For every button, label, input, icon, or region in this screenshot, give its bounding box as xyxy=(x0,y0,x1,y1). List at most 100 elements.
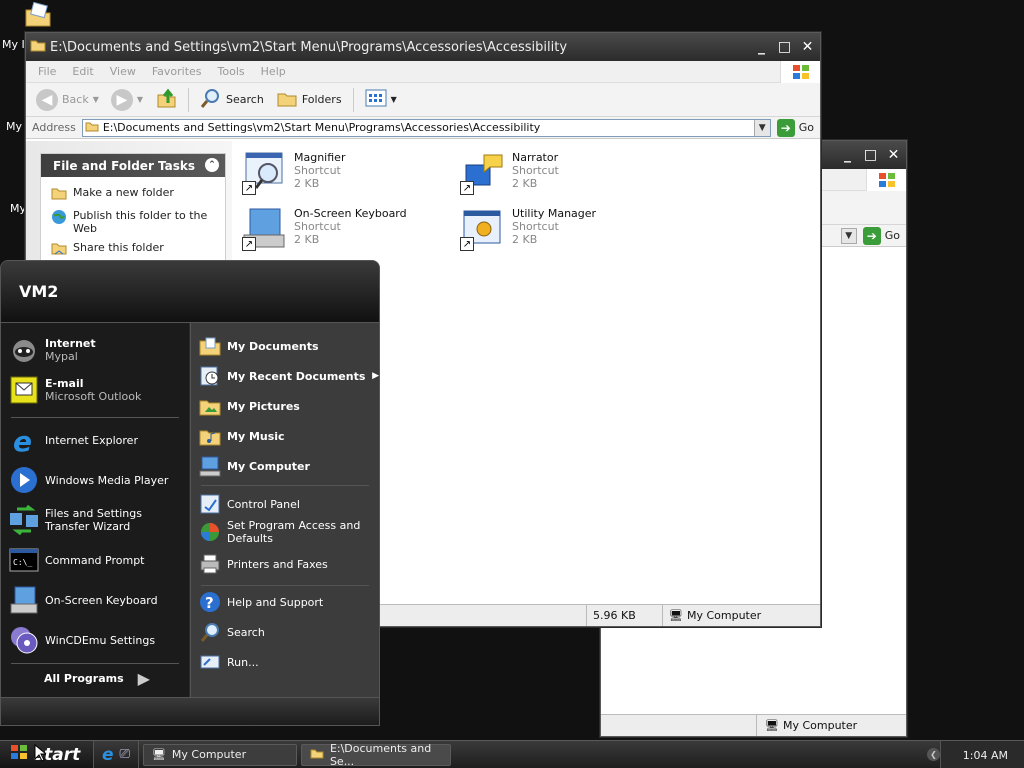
outlook-icon xyxy=(9,375,39,405)
maximize-button[interactable]: □ xyxy=(774,37,795,58)
internet-explorer-quicklaunch-icon[interactable]: e xyxy=(102,745,114,765)
mouse-cursor-icon xyxy=(34,743,48,765)
file-name: Magnifier xyxy=(294,151,346,164)
help-icon: ? xyxy=(199,591,221,613)
run-icon xyxy=(199,651,221,673)
system-tray: ❮ 1:04 AM xyxy=(927,741,1024,768)
status-location: 🖥 My Computer xyxy=(662,605,820,626)
tray-expand-icon[interactable]: ❮ xyxy=(927,748,940,761)
file-name: On-Screen Keyboard xyxy=(294,207,407,220)
address-dropdown[interactable]: ▼ xyxy=(840,227,857,244)
task-share-folder[interactable]: Share this folder xyxy=(41,238,225,261)
my-documents-icon xyxy=(199,335,221,357)
file-type: Shortcut xyxy=(294,220,341,233)
menu-help[interactable]: Help xyxy=(253,65,294,78)
my-music[interactable]: My Music xyxy=(199,425,379,447)
control-panel[interactable]: Control Panel xyxy=(199,493,379,515)
address-dropdown[interactable]: ▼ xyxy=(753,119,770,136)
folder-icon xyxy=(30,38,46,56)
minimize-button[interactable]: _ xyxy=(837,145,858,166)
go-arrow-icon: ➔ xyxy=(776,118,795,137)
arrow-right-icon: ▶ xyxy=(137,669,150,688)
menu-bar: File Edit View Favorites Tools Help xyxy=(26,61,820,83)
recent-files-settings-transfer[interactable]: Files and Settings Transfer Wizard xyxy=(9,505,185,535)
quick-launch: e ⎚ xyxy=(94,740,139,768)
close-button[interactable]: ✕ xyxy=(883,145,904,166)
go-arrow-icon: ➔ xyxy=(862,226,881,245)
mypal-icon xyxy=(9,335,39,365)
file-item-narrator[interactable]: ↗ Narrator Shortcut 2 KB xyxy=(460,151,559,195)
desktop-folder-icon[interactable] xyxy=(24,1,52,28)
my-recent-documents[interactable]: My Recent Documents ▶ xyxy=(199,365,379,387)
printers-and-faxes[interactable]: Printers and Faxes xyxy=(199,553,379,575)
address-bar: Address E:\Documents and Settings\vm2\St… xyxy=(26,117,820,139)
file-item-on-screen-keyboard[interactable]: ↗ On-Screen Keyboard Shortcut 2 KB xyxy=(242,207,407,251)
recent-wincdemu-settings[interactable]: WinCDEmu Settings xyxy=(9,625,185,655)
task-pane-title: File and Folder Tasks xyxy=(53,158,196,173)
search[interactable]: Search xyxy=(199,621,379,643)
menu-view[interactable]: View xyxy=(102,65,144,78)
task-publish-web[interactable]: Publish this folder to the Web xyxy=(41,206,225,238)
internet-explorer-icon: e xyxy=(9,425,39,455)
maximize-button[interactable]: □ xyxy=(860,145,881,166)
my-pictures[interactable]: My Pictures xyxy=(199,395,379,417)
folders-button[interactable]: Folders xyxy=(272,86,346,113)
computer-icon: 🖥 xyxy=(669,609,683,622)
file-name: Narrator xyxy=(512,151,559,164)
address-input[interactable]: E:\Documents and Settings\vm2\Start Menu… xyxy=(81,118,771,137)
start-button[interactable]: start xyxy=(0,740,94,768)
menu-edit[interactable]: Edit xyxy=(64,65,101,78)
help-and-support[interactable]: ? Help and Support xyxy=(199,591,379,613)
taskbar: start e ⎚ 🖥 My Computer E:\Documents and … xyxy=(0,740,1024,768)
forward-arrow-icon: ▶ xyxy=(110,88,133,111)
submenu-arrow-icon: ▶ xyxy=(372,371,379,381)
recent-internet-explorer[interactable]: e Internet Explorer xyxy=(9,425,185,455)
share-folder-icon xyxy=(51,241,67,258)
windows-logo-icon xyxy=(10,744,28,765)
pinned-email[interactable]: E-mail Microsoft Outlook xyxy=(9,375,185,405)
search-button[interactable]: Search xyxy=(196,85,268,114)
my-computer-icon xyxy=(199,455,221,477)
recent-on-screen-keyboard[interactable]: On-Screen Keyboard xyxy=(9,585,185,615)
clock[interactable]: 1:04 AM xyxy=(963,749,1008,762)
back-button[interactable]: ◀ Back ▼ xyxy=(32,87,103,113)
up-folder-icon xyxy=(155,87,177,112)
printer-icon xyxy=(199,553,221,575)
recent-command-prompt[interactable]: C:\_ Command Prompt xyxy=(9,545,185,575)
all-programs-button[interactable]: All Programs ▶ xyxy=(9,669,185,688)
menu-file[interactable]: File xyxy=(30,65,64,78)
go-button[interactable]: ➔ Go xyxy=(771,118,820,137)
transfer-wizard-icon xyxy=(9,505,39,535)
minimize-button[interactable]: _ xyxy=(751,37,772,58)
file-item-utility-manager[interactable]: ↗ Utility Manager Shortcut 2 KB xyxy=(460,207,596,251)
views-button[interactable]: ▼ xyxy=(361,87,401,112)
go-button[interactable]: ➔ Go xyxy=(857,226,906,245)
windows-logo-icon xyxy=(780,61,820,83)
status-size: 5.96 KB xyxy=(586,605,662,626)
menu-favorites[interactable]: Favorites xyxy=(144,65,210,78)
taskbar-task-explorer[interactable]: E:\Documents and Se... xyxy=(300,742,451,768)
set-program-access[interactable]: Set Program Access and Defaults xyxy=(199,519,379,545)
pinned-internet[interactable]: Internet Mypal xyxy=(9,335,185,365)
task-make-new-folder[interactable]: Make a new folder xyxy=(41,183,225,206)
task-pane-header[interactable]: File and Folder Tasks ⌃ xyxy=(41,154,225,177)
file-size: 2 KB xyxy=(294,233,320,246)
show-desktop-icon[interactable]: ⎚ xyxy=(120,747,130,762)
start-menu-user: VM2 xyxy=(1,261,379,323)
file-type: Shortcut xyxy=(512,220,559,233)
taskbar-task-my-computer[interactable]: 🖥 My Computer xyxy=(142,743,297,766)
start-menu-right-pane: My Documents My Recent Documents ▶ My Pic… xyxy=(190,323,379,697)
forward-button[interactable]: ▶ ▼ xyxy=(107,87,147,113)
close-button[interactable]: ✕ xyxy=(797,37,818,58)
my-computer[interactable]: My Computer xyxy=(199,455,379,477)
my-documents[interactable]: My Documents xyxy=(199,335,379,357)
control-panel-icon xyxy=(199,493,221,515)
menu-tools[interactable]: Tools xyxy=(210,65,253,78)
toolbar: ◀ Back ▼ ▶ ▼ Search Folders ▼ xyxy=(26,83,820,117)
up-folder-button[interactable] xyxy=(151,85,181,114)
collapse-chevron-icon[interactable]: ⌃ xyxy=(205,158,219,172)
run[interactable]: Run... xyxy=(199,651,379,673)
go-label: Go xyxy=(884,229,900,242)
recent-windows-media-player[interactable]: Windows Media Player xyxy=(9,465,185,495)
file-item-magnifier[interactable]: ↗ Magnifier Shortcut 2 KB xyxy=(242,151,345,195)
